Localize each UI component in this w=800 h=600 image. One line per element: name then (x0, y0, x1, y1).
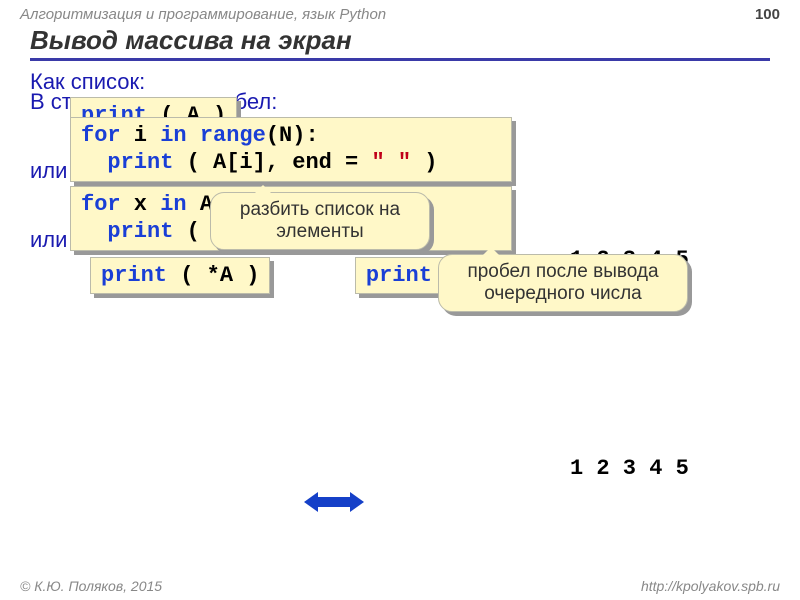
page-number: 100 (755, 6, 780, 23)
callout-split: разбить список на элементы (210, 192, 430, 250)
row-for-range: for i in range(N): print ( A[i], end = "… (30, 117, 770, 182)
footer-author: © К.Ю. Поляков, 2015 (20, 578, 162, 594)
slide-content: Как список: print ( A ) [1, 2, 3, 4, 5] … (0, 61, 800, 294)
callout-space: пробел после вывода очередного числа (438, 254, 688, 312)
course-name: Алгоритмизация и программирование, язык … (20, 6, 386, 23)
slide-title: Вывод массива на экран (30, 25, 770, 61)
double-arrow-icon (304, 489, 364, 515)
output-line-2: 1 2 3 4 5 (570, 456, 689, 481)
footer-url: http://kpolyakov.spb.ru (641, 578, 780, 594)
slide-footer: © К.Ю. Поляков, 2015 http://kpolyakov.sp… (0, 578, 800, 594)
slide-header: Алгоритмизация и программирование, язык … (0, 0, 800, 25)
code-for-range: for i in range(N): print ( A[i], end = "… (70, 117, 512, 182)
code-print-star: print ( *A ) (90, 257, 270, 295)
